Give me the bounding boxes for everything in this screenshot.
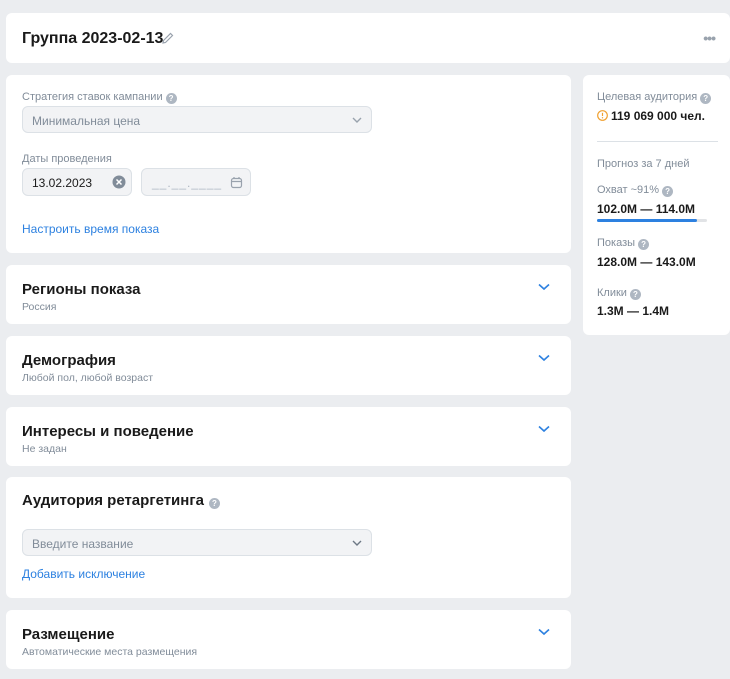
end-date-placeholder: __.__.____ [152,176,223,190]
placement-section[interactable]: Размещение Автоматические места размещен… [6,610,571,669]
impressions-value: 128.0M — 143.0M [597,255,696,269]
clear-icon[interactable] [112,175,126,189]
clicks-label: Клики [597,287,627,299]
more-icon[interactable]: ••• [703,31,716,45]
group-header: Группа 2023-02-13 ••• [6,13,730,63]
strategy-dates-card: Стратегия ставок кампании? Минимальная ц… [6,75,571,253]
clicks-value: 1.3M — 1.4M [597,304,670,318]
help-icon[interactable]: ? [629,289,641,300]
retargeting-select[interactable]: Введите название [22,529,372,556]
reach-progress-fill [597,219,698,222]
divider [597,141,718,142]
reach-label: Охват ~91% [597,184,660,196]
reach-value: 102.0M — 114.0M [597,202,696,216]
strategy-label-row: Стратегия ставок кампании? [22,91,177,104]
help-icon[interactable]: ? [638,239,650,250]
demography-subtitle: Любой пол, любой возраст [22,372,154,384]
demography-section[interactable]: Демография Любой пол, любой возраст [6,336,571,395]
regions-title: Регионы показа [22,281,141,298]
help-icon[interactable]: ? [165,93,177,104]
chevron-down-icon[interactable] [537,424,551,434]
chevron-down-icon [352,117,362,123]
strategy-label: Стратегия ставок кампании [22,91,163,103]
start-date-value: 13.02.2023 [32,176,93,190]
interests-subtitle: Не задан [22,443,67,455]
audience-label-row: Целевая аудитория? [597,91,712,104]
dates-label: Даты проведения [22,153,112,165]
chevron-down-icon[interactable] [537,353,551,363]
placement-subtitle: Автоматические места размещения [22,646,198,658]
calendar-icon[interactable] [230,176,243,189]
chevron-down-icon [352,540,362,546]
chevron-down-icon[interactable] [537,282,551,292]
start-date-field[interactable]: 13.02.2023 [22,168,132,196]
end-date-field[interactable]: __.__.____ [141,168,251,196]
help-icon[interactable]: ? [700,93,712,104]
retargeting-placeholder: Введите название [32,537,134,551]
add-exclusion-link[interactable]: Добавить исключение [22,567,145,581]
regions-subtitle: Россия [22,301,57,313]
audience-value: 119 069 000 чел. [611,109,706,123]
demography-title: Демография [22,352,116,369]
help-icon[interactable]: ? [662,186,674,197]
schedule-link[interactable]: Настроить время показа [22,222,159,236]
forecast-label: Прогноз за 7 дней [597,158,690,170]
interests-section[interactable]: Интересы и поведение Не задан [6,407,571,466]
group-title: Группа 2023-02-13 [22,30,164,47]
warning-icon [597,110,608,121]
forecast-sidebar: Целевая аудитория? 119 069 000 чел. Прог… [583,75,730,335]
clicks-label-row: Клики? [597,287,641,300]
strategy-select[interactable]: Минимальная цена [22,106,372,133]
reach-label-row: Охват ~91%? [597,184,674,197]
retargeting-title: Аудитория ретаргетинга [22,492,204,509]
placement-title: Размещение [22,626,115,643]
audience-label: Целевая аудитория [597,91,698,103]
help-icon[interactable]: ? [208,498,220,509]
strategy-value: Минимальная цена [32,114,141,128]
impressions-label: Показы [597,237,636,249]
reach-progress-bar [597,219,707,222]
retargeting-card: Аудитория ретаргетинга? Введите название… [6,477,571,598]
impressions-label-row: Показы? [597,237,650,250]
interests-title: Интересы и поведение [22,423,194,440]
regions-section[interactable]: Регионы показа Россия [6,265,571,324]
chevron-down-icon[interactable] [537,627,551,637]
retargeting-title-row: Аудитория ретаргетинга? [22,492,220,509]
audience-value-row: 119 069 000 чел. [597,109,705,123]
edit-pencil-icon[interactable] [160,30,176,46]
